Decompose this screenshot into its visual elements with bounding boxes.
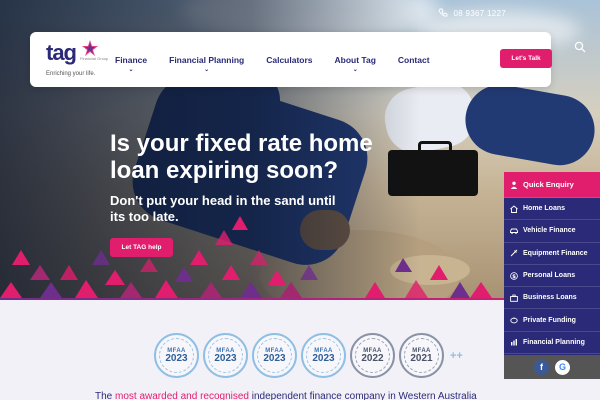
menu-calculators[interactable]: Calculators [266, 55, 312, 65]
search-icon[interactable] [574, 41, 586, 53]
company-tagline: The most awarded and recognised independ… [95, 391, 477, 400]
tag-logo[interactable]: tag Financial Group Enriching your life. [46, 40, 116, 80]
side-item-financial-planning[interactable]: Financial Planning [504, 332, 600, 355]
logo-wordmark: tag [46, 40, 77, 65]
person-icon [510, 181, 518, 189]
phone-number: 08 9367 1227 [453, 8, 506, 18]
phone-icon [438, 8, 448, 18]
briefcase-icon [510, 294, 518, 302]
side-item-home-loans[interactable]: Home Loans [504, 198, 600, 221]
google-icon[interactable]: G [555, 359, 570, 375]
logo-subtitle: Financial Group [80, 56, 109, 61]
piggy-bank-icon [510, 316, 518, 324]
chevron-down-icon: ⌄ [204, 67, 210, 73]
car-icon [510, 227, 518, 235]
award-badge: MFAA 2023 [154, 333, 199, 378]
dollar-icon: $ [510, 271, 518, 280]
main-navigation: tag Financial Group Enriching your life.… [30, 32, 552, 87]
side-item-private-funding[interactable]: Private Funding [504, 309, 600, 332]
award-badge: MFAA 2023 [252, 333, 297, 378]
side-item-equipment-finance[interactable]: Equipment Finance [504, 243, 600, 265]
menu-financial-planning[interactable]: Financial Planning ⌄ [169, 55, 244, 73]
let-tag-help-button[interactable]: Let TAG help [110, 238, 173, 257]
chevron-down-icon: ⌄ [128, 67, 134, 73]
side-item-quick-enquiry[interactable]: Quick Enquiry [504, 172, 600, 198]
more-awards-indicator: ++ [450, 349, 463, 362]
award-badge: MFAA 2021 [399, 333, 444, 378]
social-links: f G [504, 355, 600, 379]
chart-icon [510, 338, 518, 346]
award-badge: MFAA 2023 [203, 333, 248, 378]
menu-bar: Finance ⌄ Financial Planning ⌄ Calculato… [115, 55, 452, 73]
tagline-highlight: most awarded and recognised [115, 391, 249, 400]
menu-contact[interactable]: Contact [398, 55, 430, 65]
svg-text:$: $ [512, 274, 516, 280]
chevron-down-icon: ⌄ [352, 67, 358, 73]
logo-star-icon [82, 40, 98, 56]
home-icon [510, 205, 518, 213]
side-item-vehicle-finance[interactable]: Vehicle Finance [504, 220, 600, 243]
hero-headline: Is your fixed rate home loan expiring so… [110, 130, 373, 184]
quick-links-panel: Quick Enquiry Home Loans Vehicle Finance… [504, 172, 600, 355]
award-badge: MFAA 2022 [350, 333, 395, 378]
tools-icon [510, 249, 518, 257]
hero-subline: Don't put your head in the sand until it… [110, 193, 336, 224]
side-item-personal-loans[interactable]: $ Personal Loans [504, 265, 600, 288]
phone-link[interactable]: 08 9367 1227 [438, 8, 506, 18]
lets-talk-button[interactable]: Let's Talk [500, 49, 552, 68]
menu-about-tag[interactable]: About Tag ⌄ [335, 55, 376, 73]
facebook-icon[interactable]: f [534, 359, 549, 375]
awards-row: MFAA 2023 MFAA 2023 MFAA 2023 MFAA 2023 … [154, 333, 463, 378]
award-badge: MFAA 2023 [301, 333, 346, 378]
logo-tagline: Enriching your life. [46, 71, 96, 77]
side-item-business-loans[interactable]: Business Loans [504, 287, 600, 310]
menu-finance[interactable]: Finance ⌄ [115, 55, 147, 73]
